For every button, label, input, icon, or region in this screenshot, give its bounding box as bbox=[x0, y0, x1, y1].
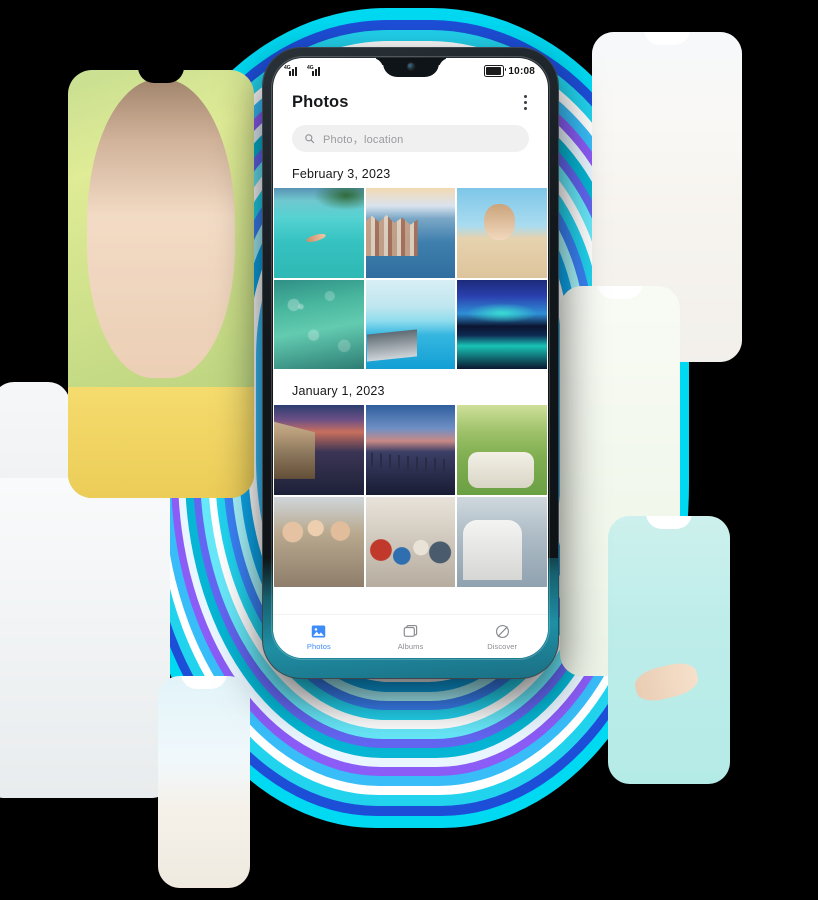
photo-lagoon-snorkeler[interactable] bbox=[274, 188, 364, 278]
status-bar-clock: 10:08 bbox=[508, 65, 535, 77]
screenshot-root: 4G 4G 10:08 Photos Photo，location Februa… bbox=[0, 0, 818, 900]
section-date-header: February 3, 2023 bbox=[292, 167, 391, 181]
search-bar-container: Photo，location bbox=[273, 117, 548, 152]
decor-card-couple-laughing bbox=[0, 478, 170, 798]
photo-couple-canal-selfie[interactable] bbox=[457, 497, 547, 587]
image-icon bbox=[312, 624, 326, 638]
sim2-network-label: 4G bbox=[307, 64, 314, 71]
photo-infinity-pool-loungers[interactable] bbox=[365, 279, 456, 370]
phone-screen: 4G 4G 10:08 Photos Photo，location Februa… bbox=[273, 58, 548, 658]
decor-card-laughing-girl bbox=[158, 676, 250, 888]
page-title: Photos bbox=[292, 93, 349, 111]
photo-toddler-on-beach[interactable] bbox=[457, 188, 547, 278]
status-bar-right: 10:08 bbox=[484, 65, 535, 77]
photo-grid bbox=[273, 405, 548, 587]
sim1-network-label: 4G bbox=[284, 64, 291, 71]
search-placeholder: Photo，location bbox=[323, 133, 404, 146]
tab-label: Albums bbox=[397, 641, 424, 651]
photo-venice-grand-canal-dusk[interactable] bbox=[274, 405, 364, 496]
status-bar-left: 4G 4G bbox=[284, 64, 323, 76]
decor-veil bbox=[608, 516, 730, 784]
battery-icon bbox=[484, 65, 507, 77]
bottom-tab-bar: Photos Albums Discover bbox=[273, 614, 548, 658]
signal-bars-icon: 4G bbox=[284, 64, 300, 76]
decor-card-portrait-woman bbox=[68, 70, 254, 498]
search-input[interactable]: Photo，location bbox=[292, 125, 529, 152]
decor-veil bbox=[0, 478, 170, 798]
search-icon bbox=[305, 134, 315, 144]
tab-discover[interactable]: Discover bbox=[456, 623, 548, 651]
tab-label: Discover bbox=[487, 641, 518, 651]
status-bar: 4G 4G 10:08 bbox=[273, 58, 548, 84]
tab-photos[interactable]: Photos bbox=[273, 623, 365, 651]
phone-device: 4G 4G 10:08 Photos Photo，location Februa… bbox=[263, 48, 558, 678]
photo-pier-at-twilight[interactable] bbox=[365, 405, 456, 496]
photo-friends-group-selfie[interactable] bbox=[365, 497, 456, 587]
decor-card-swimmer-turquoise bbox=[608, 516, 730, 784]
kebab-menu-icon[interactable] bbox=[520, 90, 531, 115]
tab-label: Photos bbox=[306, 641, 331, 651]
photo-women-with-sunglasses[interactable] bbox=[274, 497, 364, 587]
globe-icon bbox=[495, 624, 509, 638]
signal-bars-icon: 4G bbox=[307, 64, 323, 76]
tab-albums[interactable]: Albums bbox=[365, 623, 457, 651]
photo-coral-reef-water[interactable] bbox=[274, 279, 364, 370]
photo-couple-heart-hands-picnic[interactable] bbox=[457, 405, 547, 496]
photo-coastal-city-aerial[interactable] bbox=[365, 188, 456, 278]
decor-veil bbox=[68, 70, 254, 498]
section-date-header: January 1, 2023 bbox=[292, 384, 385, 399]
photo-aurora-over-sea[interactable] bbox=[457, 279, 547, 370]
albums-icon bbox=[403, 624, 418, 637]
decor-veil bbox=[158, 676, 250, 888]
photo-grid bbox=[273, 188, 548, 370]
app-bar: Photos bbox=[273, 84, 548, 117]
